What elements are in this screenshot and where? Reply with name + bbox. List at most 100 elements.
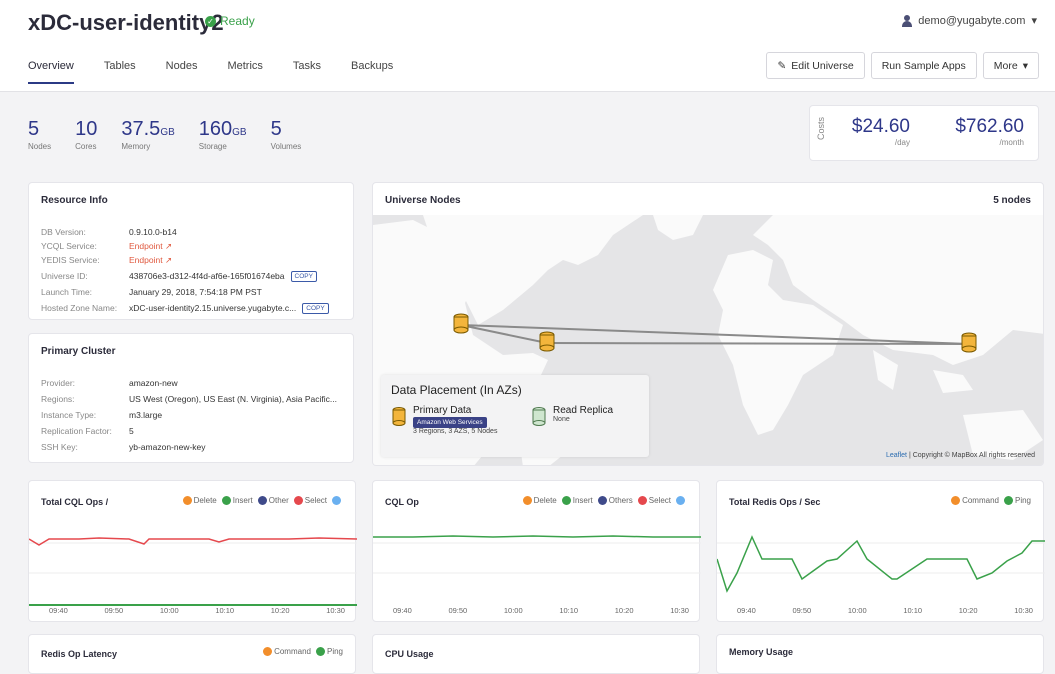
universe-tabs: Overview Tables Nodes Metrics Tasks Back…: [28, 60, 423, 84]
cluster-key: Instance Type:: [41, 410, 97, 420]
primary-summary: 3 Regions, 3 AZS, 5 Nodes: [413, 428, 498, 435]
resource-row: YCQL Service: Endpoint ↗: [41, 241, 172, 252]
primary-data-icon: [391, 407, 407, 430]
stat-cores: 10 Cores: [75, 118, 97, 151]
yedis-endpoint-label: Endpoint: [129, 255, 163, 265]
cluster-row: Provider: amazon-new: [41, 378, 178, 388]
universe-header: xDC-user-identity2 ✓ Ready demo@yugabyte…: [0, 0, 1055, 92]
node-marker-us-east[interactable]: [539, 331, 555, 352]
chart-title: Redis Op Latency: [41, 649, 118, 659]
cluster-value: US West (Oregon), US East (N. Virginia),…: [129, 394, 338, 404]
cluster-key: SSH Key:: [41, 442, 78, 452]
legend-item-command[interactable]: Command: [263, 647, 311, 657]
read-replica-block: Read Replica None: [553, 405, 613, 423]
tab-tasks[interactable]: Tasks: [293, 60, 321, 84]
cql-op-chart-svg: [373, 535, 701, 574]
resource-row: Universe ID: 438706e3-d312-4f4d-af6e-165…: [41, 271, 317, 282]
copy-universe-id-button[interactable]: COPY: [290, 271, 317, 282]
resource-key: YEDIS Service:: [41, 255, 100, 265]
cql-ops-chart-svg: [29, 537, 357, 606]
pencil-icon: ✎: [777, 59, 787, 72]
edit-universe-button[interactable]: ✎ Edit Universe: [766, 52, 865, 79]
resource-key: Universe ID:: [41, 271, 88, 281]
primary-data-label: Primary Data: [413, 405, 472, 416]
run-sample-apps-label: Run Sample Apps: [881, 59, 966, 72]
caret-down-icon: ▾: [1022, 59, 1028, 72]
costs-panel: Costs $24.60 /day $762.60 /month: [809, 105, 1039, 161]
stat-value: 160: [198, 118, 233, 140]
cost-day-value: $24.60: [851, 116, 910, 137]
read-replica-label: Read Replica: [553, 405, 614, 416]
resource-info-panel: Resource Info DB Version: 0.9.10.0-b14 Y…: [28, 182, 354, 320]
cost-day-label: /day: [894, 138, 910, 147]
primary-data-block: Primary Data Amazon Web Services 3 Regio…: [413, 405, 497, 435]
legend-item-ping[interactable]: Ping: [315, 647, 343, 657]
more-label: More: [993, 59, 1018, 72]
universe-nodes-title: Universe Nodes: [385, 195, 461, 206]
cluster-row: SSH Key: yb-amazon-new-key: [41, 442, 206, 452]
primary-cluster-panel: Primary Cluster Provider: amazon-new Regi…: [28, 333, 354, 463]
total-redis-ops-panel: Total Redis Ops / Sec Command Ping 09:40…: [716, 480, 1045, 622]
stat-memory: 37.5GB Memory: [121, 118, 174, 151]
ycql-endpoint-label: Endpoint: [129, 241, 163, 251]
cost-per-day: $24.60 /day: [852, 116, 910, 147]
cost-month-value: $762.60: [955, 116, 1024, 137]
chart-x-ticks: 09:40 09:50 10:00 10:10 10:20 10:30: [393, 606, 689, 615]
node-count: 5 nodes: [993, 195, 1031, 206]
provider-badge: Amazon Web Services: [413, 417, 487, 428]
stat-label: Cores: [75, 142, 97, 151]
universe-nodes-panel: Universe Nodes 5 nodes Data Placement (I…: [372, 182, 1044, 466]
edit-universe-label: Edit Universe: [791, 59, 854, 72]
attribution-text: | Copyright © MapBox All rights reserved: [907, 452, 1035, 459]
ycql-endpoint-link[interactable]: Endpoint ↗: [129, 241, 172, 252]
run-sample-apps-button[interactable]: Run Sample Apps: [870, 52, 977, 79]
redis-op-latency-panel: Redis Op Latency Command Ping: [28, 634, 356, 674]
data-placement-card: Data Placement (In AZs) Primary Data Ama…: [381, 375, 649, 457]
user-menu[interactable]: demo@yugabyte.com ▾: [902, 14, 1037, 27]
tab-tables[interactable]: Tables: [104, 60, 136, 84]
cql-op-panel: CQL Op Delete Insert Others Select 09:40…: [372, 480, 701, 622]
stat-unit: GB: [160, 127, 175, 138]
stat-value: 5: [270, 118, 282, 140]
data-placement-title: Data Placement (In AZs): [391, 383, 522, 397]
map-attribution: Leaflet | Copyright © MapBox All rights …: [886, 452, 1035, 459]
cluster-key: Regions:: [41, 394, 75, 404]
universe-id-value: 438706e3-d312-4f4d-af6e-165f01674eba: [129, 271, 285, 281]
status-text: Ready: [220, 14, 255, 28]
resource-value: 0.9.10.0-b14: [129, 227, 177, 237]
stat-label: Nodes: [28, 142, 52, 151]
resource-row: DB Version: 0.9.10.0-b14: [41, 227, 177, 237]
resource-key: DB Version:: [41, 227, 86, 237]
read-replica-icon: [531, 407, 547, 430]
tab-overview[interactable]: Overview: [28, 60, 74, 84]
yedis-endpoint-link[interactable]: Endpoint ↗: [129, 255, 172, 266]
chart-title: Memory Usage: [729, 647, 794, 657]
copy-hosted-zone-button[interactable]: COPY: [302, 303, 329, 314]
chart-legend: Command Ping: [263, 647, 343, 657]
tab-backups[interactable]: Backups: [351, 60, 393, 84]
cluster-row: Instance Type: m3.large: [41, 410, 162, 420]
check-circle-icon: ✓: [205, 15, 216, 27]
page-title: xDC-user-identity2: [28, 10, 224, 35]
stat-storage: 160GB Storage: [199, 118, 247, 151]
stat-volumes: 5 Volumes: [271, 118, 302, 151]
cluster-row: Regions: US West (Oregon), US East (N. Vi…: [41, 394, 337, 404]
stat-unit: GB: [232, 127, 247, 138]
node-marker-us-west[interactable]: [453, 313, 469, 334]
memory-usage-panel: Memory Usage: [716, 634, 1044, 674]
leaflet-link[interactable]: Leaflet: [886, 452, 907, 459]
resource-key: Hosted Zone Name:: [41, 303, 118, 313]
cluster-value: 5: [129, 426, 134, 436]
redis-ops-chart-svg: [717, 535, 1045, 593]
more-button[interactable]: More ▾: [982, 52, 1039, 79]
resource-row: Hosted Zone Name: xDC-user-identity2.15.…: [41, 303, 329, 314]
status-badge: ✓ Ready: [205, 14, 255, 28]
cluster-row: Replication Factor: 5: [41, 426, 134, 436]
tab-metrics[interactable]: Metrics: [227, 60, 262, 84]
node-marker-asia-pacific[interactable]: [961, 332, 977, 353]
user-icon: [902, 14, 913, 27]
cost-per-month: $762.60 /month: [955, 116, 1024, 147]
user-email: demo@yugabyte.com: [918, 14, 1026, 27]
tab-nodes[interactable]: Nodes: [166, 60, 198, 84]
chart-title: CPU Usage: [385, 649, 434, 659]
